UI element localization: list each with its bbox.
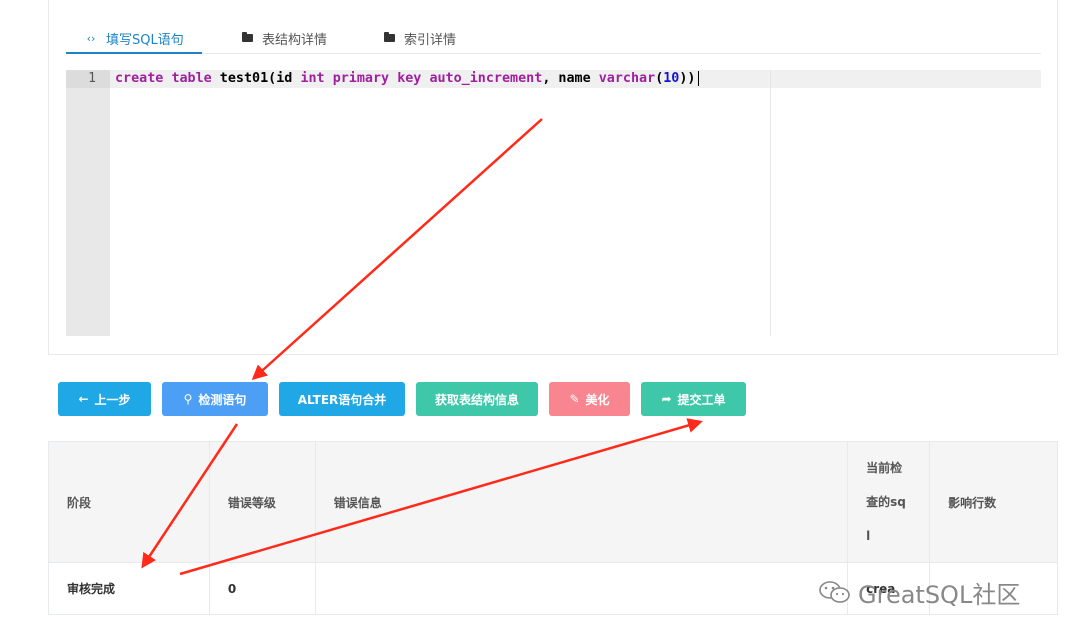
tab-label: 索引详情 (404, 33, 457, 48)
beautify-button[interactable]: ✎ 美化 (549, 382, 630, 416)
print-margin (770, 70, 771, 336)
tab-bar: ‹› 填写SQL语句 表结构详情 索引详情 (66, 24, 1041, 54)
tab-index-detail[interactable]: 索引详情 (382, 24, 456, 53)
cell-stage: 审核完成 (48, 562, 210, 615)
search-icon: ⚲ (183, 392, 193, 406)
get-table-structure-button[interactable]: 获取表结构信息 (416, 382, 538, 416)
cell-error-level: 0 (208, 562, 316, 615)
previous-step-button[interactable]: ← 上一步 (58, 382, 151, 416)
folder-icon (382, 32, 396, 45)
submit-ticket-button[interactable]: ➦ 提交工单 (641, 382, 746, 416)
tab-table-structure[interactable]: 表结构详情 (240, 24, 327, 53)
tab-write-sql[interactable]: ‹› 填写SQL语句 (66, 24, 202, 54)
pencil-icon: ✎ (569, 392, 580, 406)
tab-label: 填写SQL语句 (106, 32, 184, 48)
wechat-icon (819, 581, 850, 603)
header-affected-rows: 影响行数 (929, 441, 1058, 563)
alter-merge-button[interactable]: ALTER语句合并 (279, 382, 405, 416)
header-error-level: 错误等级 (208, 441, 316, 563)
check-statement-button[interactable]: ⚲ 检测语句 (162, 382, 268, 416)
line-number: 1 (66, 70, 110, 88)
tab-label: 表结构详情 (262, 33, 328, 48)
text-cursor (697, 71, 699, 86)
line-gutter (66, 70, 110, 336)
code-editor[interactable]: 1 create table test01(id int primary key… (66, 70, 1041, 336)
watermark: GreatSQL社区 (818, 575, 1020, 609)
code-icon: ‹› (86, 31, 96, 45)
cell-error-message (314, 562, 849, 615)
share-icon: ➦ (661, 392, 672, 406)
sql-code-line[interactable]: create table test01(id int primary key a… (115, 70, 699, 88)
watermark-text: GreatSQL社区 (858, 580, 1021, 609)
header-error-message: 错误信息 (314, 441, 849, 563)
arrow-left-icon: ← (78, 392, 89, 406)
folder-icon (240, 32, 254, 45)
header-stage: 阶段 (48, 441, 210, 563)
sql-editor-panel: ‹› 填写SQL语句 表结构详情 索引详情 1 create table tes… (48, 0, 1058, 355)
header-current-sql: 当前检 查的sq l (847, 441, 931, 563)
